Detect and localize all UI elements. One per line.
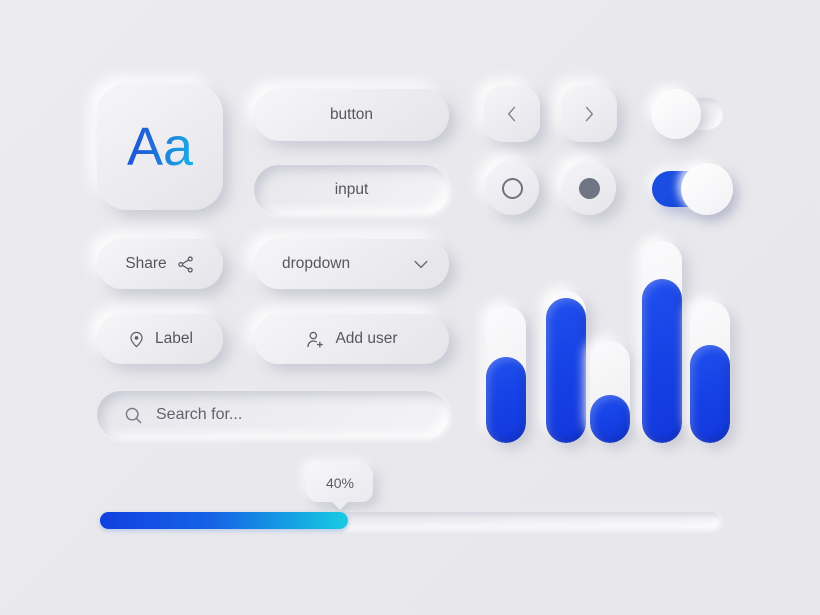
toggle-knob[interactable]	[681, 163, 733, 215]
slider-fill	[100, 512, 348, 529]
slider-value-tooltip: 40%	[307, 464, 373, 510]
add-user-button-label: Add user	[335, 330, 398, 347]
next-button[interactable]	[561, 86, 617, 142]
chart-bar[interactable]	[642, 241, 682, 443]
label-button[interactable]: Label	[97, 314, 223, 364]
chevron-right-icon	[579, 104, 599, 124]
chevron-left-icon	[502, 104, 522, 124]
chart-bar-fill	[642, 279, 682, 443]
share-button-label: Share	[125, 255, 167, 272]
chart-bar-fill	[690, 345, 730, 443]
ui-kit-canvas: Aa button input Share dropdown Label Add…	[0, 0, 820, 615]
tooltip-tail-icon	[331, 501, 349, 510]
search-input[interactable]: Search for...	[97, 391, 449, 439]
toggle-knob[interactable]	[651, 89, 701, 139]
search-input-placeholder: Search for...	[156, 406, 243, 423]
text-input[interactable]: input	[254, 165, 449, 215]
chart-bar-fill	[546, 298, 586, 443]
radio-button-unchecked[interactable]	[485, 161, 539, 215]
chart-bar-fill	[590, 395, 630, 443]
chart-bar[interactable]	[590, 341, 630, 443]
chart-bar[interactable]	[546, 291, 586, 443]
share-nodes-icon	[176, 255, 195, 274]
radio-dot	[578, 177, 600, 199]
primary-button-label: button	[329, 106, 374, 123]
radio-ring	[501, 177, 523, 199]
map-pin-icon	[127, 330, 146, 349]
text-input-label: input	[334, 181, 369, 198]
chart-bar[interactable]	[486, 306, 526, 443]
user-plus-icon	[305, 329, 326, 350]
chart-bar-fill	[486, 357, 526, 443]
prev-button[interactable]	[484, 86, 540, 142]
slider-value-label: 40%	[325, 475, 355, 491]
typography-sample-text: Aa	[126, 117, 194, 177]
chevron-down-icon[interactable]	[411, 254, 431, 274]
add-user-button[interactable]: Add user	[254, 314, 449, 364]
typography-tile[interactable]: Aa	[97, 84, 223, 210]
bar-chart	[478, 228, 738, 443]
dropdown-select[interactable]: dropdown	[254, 239, 449, 289]
dropdown-select-label: dropdown	[282, 255, 351, 272]
radio-button-checked[interactable]	[562, 161, 616, 215]
search-icon	[123, 405, 144, 426]
toggle-switch-on[interactable]	[652, 163, 733, 215]
toggle-switch-off[interactable]	[651, 89, 723, 139]
label-button-label: Label	[155, 330, 193, 347]
primary-button[interactable]: button	[254, 89, 449, 141]
share-button[interactable]: Share	[97, 239, 223, 289]
chart-bar[interactable]	[690, 301, 730, 443]
slider[interactable]	[100, 512, 720, 529]
